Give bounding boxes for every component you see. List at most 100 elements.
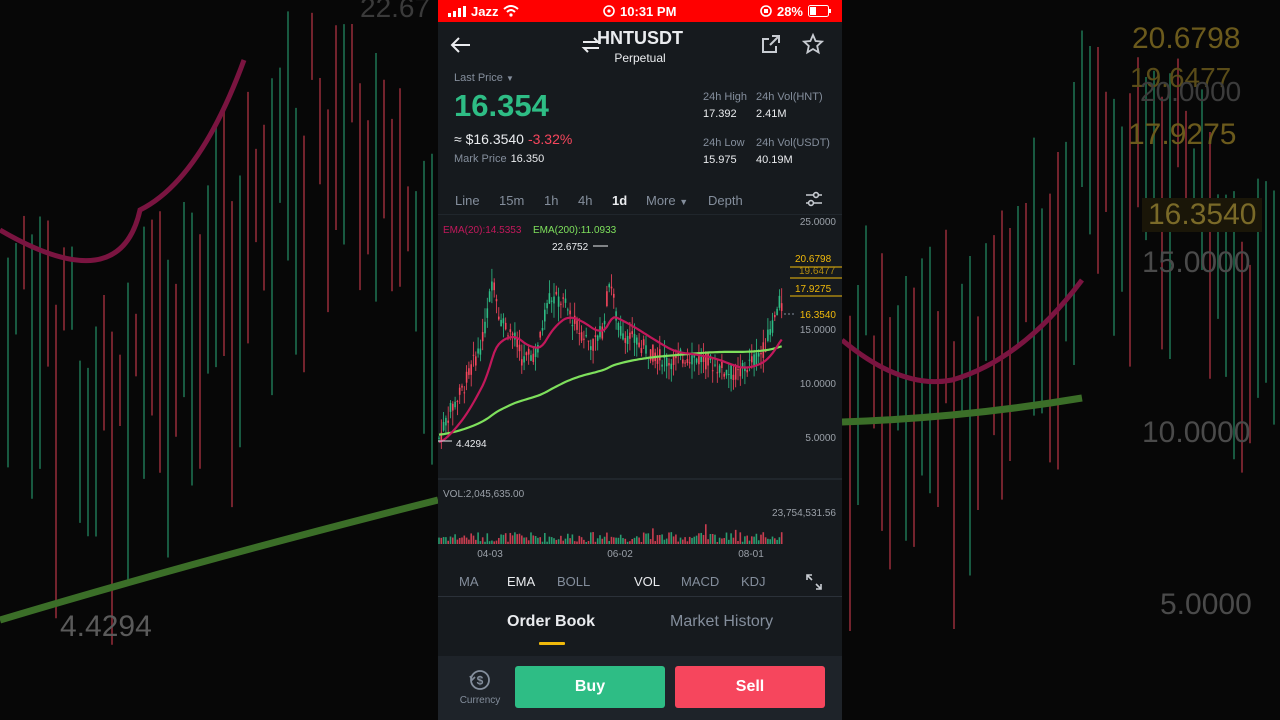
divider <box>438 596 842 597</box>
background-level-4: 17.9275 <box>1128 118 1237 151</box>
candle-body <box>585 335 587 337</box>
candle-body <box>693 355 696 358</box>
currency-button[interactable]: $ Currency <box>456 668 504 706</box>
volume-bar <box>688 536 691 544</box>
mark-price: Mark Price 16.350 <box>454 153 544 165</box>
volume-bar <box>762 532 765 544</box>
timeframe-line[interactable]: Line <box>455 193 480 208</box>
candle-body <box>465 371 468 383</box>
indicator-macd[interactable]: MACD <box>681 574 719 589</box>
candle-body <box>617 322 620 330</box>
candle-body <box>521 359 523 366</box>
favorite-star-icon[interactable] <box>802 33 824 55</box>
candle-body <box>642 339 645 346</box>
candle-body <box>633 333 636 343</box>
candle-body <box>730 364 732 379</box>
timeframe-1d[interactable]: 1d <box>612 193 627 208</box>
price-tick-5: 5.0000 <box>805 433 836 444</box>
indicator-boll[interactable]: BOLL <box>557 574 590 589</box>
swap-icon[interactable] <box>581 36 601 54</box>
stat-label: 24h Vol(HNT) <box>756 91 823 103</box>
candle-body <box>454 401 456 408</box>
volume-bar <box>475 539 477 544</box>
volume-bar <box>700 532 702 544</box>
chart-settings-icon[interactable] <box>804 191 824 207</box>
candle-body <box>778 295 781 308</box>
timeframe-15m[interactable]: 15m <box>499 193 524 208</box>
volume-bar <box>562 540 564 544</box>
timeframe-4h[interactable]: 4h <box>578 193 592 208</box>
volume-bar <box>567 533 569 544</box>
current-price-tag: 16.3540 <box>800 310 837 321</box>
last-price-label[interactable]: Last Price ▼ <box>454 72 514 84</box>
price-tick-25: 25.0000 <box>800 217 837 228</box>
volume-bar <box>638 537 640 544</box>
indicator-ma[interactable]: MA <box>459 574 479 589</box>
volume-bar <box>516 534 518 544</box>
candle-body <box>587 340 590 342</box>
timeframe-depth[interactable]: Depth <box>708 193 743 208</box>
pair-title[interactable]: HNTUSDT Perpetual <box>438 28 842 65</box>
indicator-ema[interactable]: EMA <box>507 574 535 589</box>
candle-body <box>502 318 505 324</box>
stat-value: 17.392 <box>703 108 737 120</box>
candle-body <box>751 356 753 363</box>
volume-bar <box>636 536 638 544</box>
tab-order-book[interactable]: Order Book <box>507 613 595 631</box>
volume-bar <box>769 539 771 544</box>
candle-body <box>516 339 518 348</box>
volume-bar <box>714 534 716 544</box>
change-percent: -3.32% <box>527 131 573 147</box>
candle-body <box>479 348 482 355</box>
candle-body <box>686 358 689 363</box>
caret-down-icon: ▼ <box>505 74 514 83</box>
background-level-3: 20.0000 <box>1140 76 1242 107</box>
candle-body <box>652 344 654 362</box>
status-right: 28% <box>760 4 832 19</box>
candle-body <box>702 356 705 362</box>
volume-bar <box>495 540 498 544</box>
volume-bar <box>592 532 594 544</box>
candle-body <box>569 310 571 315</box>
stat-24h-vol-usdt: 24h Vol(USDT) 40.19M <box>756 137 830 166</box>
share-icon[interactable] <box>761 34 781 54</box>
volume-bar <box>491 540 493 544</box>
volume-bar <box>613 537 615 544</box>
candle-body <box>601 326 604 339</box>
status-left: Jazz <box>448 3 520 19</box>
volume-bar <box>553 538 555 544</box>
volume-bar <box>744 536 746 544</box>
volume-bar <box>571 534 574 544</box>
fullscreen-icon[interactable] <box>805 573 823 591</box>
volume-bar <box>707 539 709 544</box>
indicator-vol[interactable]: VOL <box>634 574 660 589</box>
candle-body <box>509 329 512 333</box>
candle-body <box>596 335 599 341</box>
candle-body <box>564 298 567 303</box>
date-tick-3: 08-01 <box>738 549 764 560</box>
volume-bar <box>780 532 783 544</box>
carrier-name: Jazz <box>471 3 499 19</box>
candle-body <box>624 337 627 343</box>
indicator-kdj[interactable]: KDJ <box>741 574 766 589</box>
volume-bar <box>647 533 650 544</box>
volume-bar <box>530 532 532 544</box>
candlestick-chart[interactable]: EMA(20):14.5353 EMA(200):11.0933 25.0000… <box>438 214 842 564</box>
volume-bar <box>518 533 521 544</box>
candle-body <box>645 345 647 354</box>
candle-body <box>553 296 555 304</box>
candle-body <box>518 344 521 352</box>
timeframe-1h[interactable]: 1h <box>544 193 558 208</box>
volume-bar <box>583 539 585 544</box>
volume-bar <box>776 539 778 544</box>
volume-bar <box>652 528 654 544</box>
candle-body <box>728 374 730 376</box>
tab-market-history[interactable]: Market History <box>670 613 773 631</box>
sell-button[interactable]: Sell <box>675 666 825 708</box>
candle-body <box>780 303 783 311</box>
candle-body <box>470 364 472 375</box>
volume-bar <box>484 541 486 544</box>
timeframe-more[interactable]: More ▼ <box>646 193 688 208</box>
buy-button[interactable]: Buy <box>515 666 665 708</box>
price-tick-10: 10.0000 <box>800 379 837 390</box>
